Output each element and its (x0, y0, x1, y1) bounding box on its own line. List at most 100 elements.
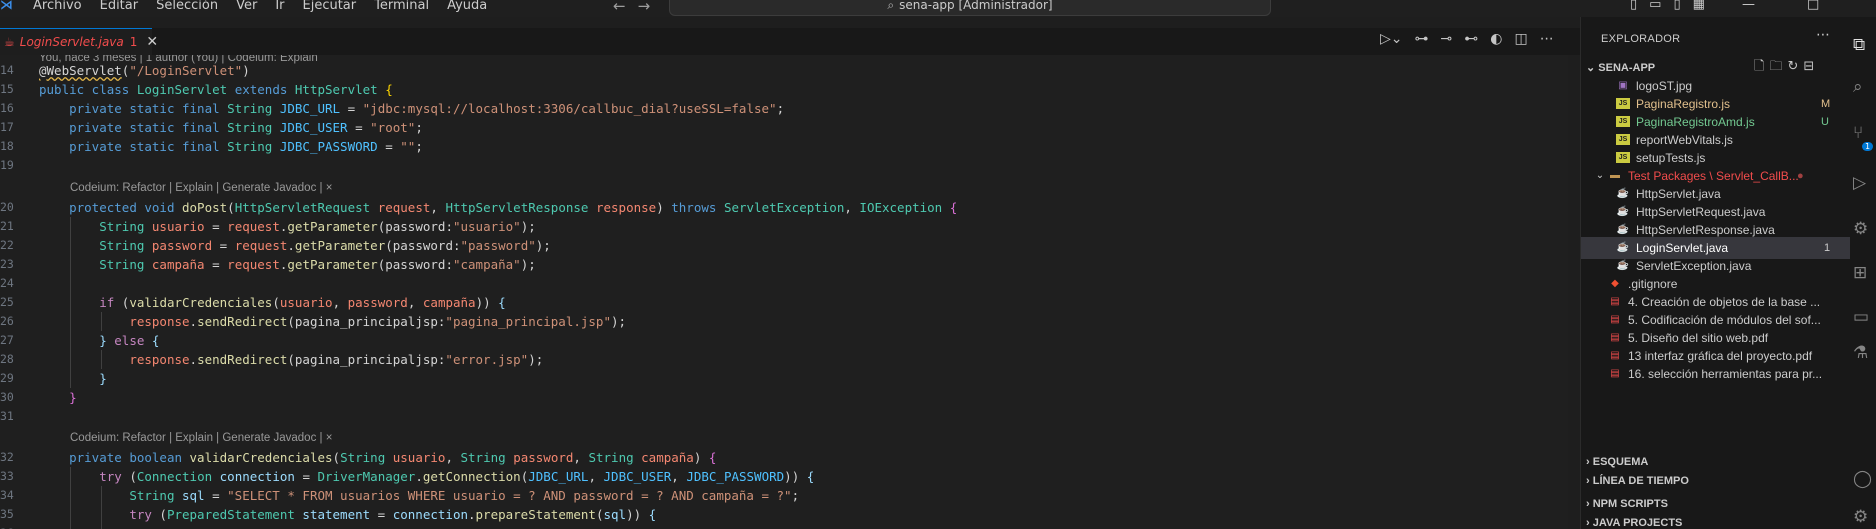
forward-arrow-icon[interactable]: → (638, 0, 663, 15)
section-npm-scripts[interactable]: › NPM SCRIPTS (1586, 498, 1668, 510)
menu-archivo[interactable]: Archivo (33, 0, 82, 13)
java-file-icon: ☕ (4, 35, 15, 49)
tab-bar: ☕ LoginServlet.java 1 ✕ (0, 28, 1580, 55)
section-java-projects[interactable]: › JAVA PROJECTS (1586, 517, 1682, 529)
codeium-lens-text[interactable]: Codeium: Refactor | Explain | Generate J… (70, 179, 332, 198)
menu-terminal[interactable]: Terminal (374, 0, 429, 13)
refresh-icon[interactable]: ↻ (1787, 59, 1803, 74)
line-number: 31 (0, 409, 14, 423)
code-line: 27 } else { (0, 333, 160, 348)
menu-ver[interactable]: Ver (236, 0, 257, 13)
line-number: 20 (0, 200, 14, 214)
manage-gear-icon[interactable]: ⚙ (1853, 507, 1868, 527)
explorer-panel: EXPLORADOR ⋯ ⌄ SENA-APP 🗋🗀↻⊟ ▣ logoST.jpg… (1580, 17, 1851, 529)
project-header[interactable]: ⌄ SENA-APP (1586, 61, 1655, 74)
section-label: LÍNEA DE TIEMPO (1592, 475, 1689, 487)
editor-actions: ▷⌄ ⊶ ⊸ ⊷ ◐ ◫ ⋯ (1380, 31, 1554, 47)
git-next-change-icon[interactable]: ⊷ (1464, 31, 1478, 47)
source-control-badge: 1 (1862, 142, 1874, 151)
code-line: 24 (0, 274, 1568, 293)
new-file-icon[interactable]: 🗋 (1754, 59, 1769, 74)
code-line: 21 String usuario = request.getParameter… (0, 219, 536, 234)
code-line: 35 try (PreparedStatement statement = co… (0, 507, 657, 522)
line-number: 15 (0, 82, 14, 96)
js-file-icon: JS (1616, 98, 1630, 109)
line-number: 34 (0, 488, 14, 502)
line-number: 16 (0, 101, 14, 115)
line-number: 18 (0, 139, 14, 153)
maximize-icon[interactable]: □ (1807, 0, 1819, 12)
toggle-blame-icon[interactable]: ◐ (1490, 31, 1502, 47)
vscode-logo-icon: ⋊ (0, 0, 13, 13)
chevron-right-icon: › (1586, 517, 1593, 529)
section-label: ESQUEMA (1592, 456, 1649, 468)
section-linea-de-tiempo[interactable]: › LÍNEA DE TIEMPO (1586, 475, 1689, 487)
code-editor[interactable]: You, hace 3 meses | 1 author (You) | Cod… (0, 55, 1568, 529)
code-line: 14 @WebServlet("/LoginServlet") (0, 63, 250, 78)
remote-explorer-icon[interactable]: ▭ (1853, 307, 1869, 327)
menu-seleccion[interactable]: Selección (156, 0, 218, 13)
code-line: 18 private static final String JDBC_PASS… (0, 139, 423, 154)
toggle-primary-sidebar-icon[interactable]: ▯ (1630, 0, 1637, 12)
line-number: 35 (0, 507, 14, 521)
js-file-icon: JS (1616, 152, 1630, 163)
indent-guide (70, 467, 71, 529)
menu-ayuda[interactable]: Ayuda (447, 0, 487, 13)
collapse-all-icon[interactable]: ⊟ (1803, 59, 1819, 74)
testing-icon[interactable]: ⚗ (1853, 343, 1868, 363)
explorer-title: EXPLORADOR (1601, 33, 1681, 45)
run-icon[interactable]: ▷⌄ (1380, 31, 1403, 47)
explorer-icon[interactable]: ⧉ (1853, 35, 1865, 55)
chevron-right-icon: › (1586, 498, 1593, 510)
minimize-icon[interactable]: — (1742, 0, 1755, 12)
menu-ejecutar[interactable]: Ejecutar (303, 0, 357, 13)
menu-editar[interactable]: Editar (100, 0, 139, 13)
run-debug-icon[interactable]: ▷ (1853, 173, 1866, 193)
new-folder-icon[interactable]: 🗀 (1769, 59, 1787, 74)
settings-sync-icon[interactable]: ⚙ (1853, 219, 1868, 239)
section-esquema[interactable]: › ESQUEMA (1586, 456, 1648, 468)
git-compare-icon[interactable]: ⊶ (1415, 31, 1429, 47)
command-center[interactable]: ⌕ sena-app [Administrador] (669, 0, 1271, 16)
line-number: 25 (0, 295, 14, 309)
more-actions-icon[interactable]: ⋯ (1540, 31, 1554, 47)
close-icon[interactable]: ✕ (146, 34, 158, 50)
more-icon[interactable]: ⋯ (1816, 27, 1830, 43)
toggle-panel-icon[interactable]: ▭ (1649, 0, 1661, 12)
code-line: 15 public class LoginServlet extends Http… (0, 82, 393, 97)
section-label: NPM SCRIPTS (1592, 498, 1668, 510)
toggle-secondary-sidebar-icon[interactable]: ▯ (1673, 0, 1680, 12)
back-arrow-icon[interactable]: ← (613, 0, 638, 15)
tab-loginservlet[interactable]: ☕ LoginServlet.java 1 ✕ (0, 28, 158, 55)
git-prev-change-icon[interactable]: ⊸ (1441, 31, 1453, 47)
menu-ir[interactable]: Ir (275, 0, 284, 13)
code-line: 16 private static final String JDBC_URL … (0, 101, 785, 116)
indent-guide (70, 217, 71, 388)
nav-arrows: ←→ (613, 0, 662, 15)
extensions-icon[interactable]: ⊞ (1853, 263, 1867, 283)
line-number: 14 (0, 63, 14, 77)
chevron-right-icon: › (1586, 475, 1593, 487)
command-center-label: sena-app [Administrador] (899, 0, 1053, 12)
code-line: 25 if (validarCredenciales(usuario, pass… (0, 295, 506, 310)
code-line: 22 String password = request.getParamete… (0, 238, 551, 253)
line-number: 33 (0, 469, 14, 483)
menu-bar: Archivo Editar Selección Ver Ir Ejecutar… (33, 0, 505, 13)
search-icon[interactable]: ⌕ (1853, 77, 1863, 97)
code-line: 31 (0, 407, 1568, 426)
codeium-lens-text[interactable]: Codeium: Refactor | Explain | Generate J… (70, 429, 332, 448)
line-number: 23 (0, 257, 14, 271)
line-number: 28 (0, 352, 14, 366)
source-control-icon[interactable]: ⑂ (1853, 123, 1863, 143)
code-line: 36 (0, 524, 1568, 529)
tree-item[interactable]: ▤ 16. selección herramientas para pr... (1581, 363, 1851, 385)
code-line: 28 response.sendRedirect(pagina_principa… (0, 352, 544, 367)
line-number: 21 (0, 219, 14, 233)
code-line: 33 try (Connection connection = DriverMa… (0, 469, 815, 484)
code-line: 20 protected void doPost(HttpServletRequ… (0, 200, 958, 215)
tab-filename: LoginServlet.java (19, 35, 124, 49)
split-editor-icon[interactable]: ◫ (1514, 31, 1527, 47)
window-controls: — □ (1742, 0, 1871, 12)
customize-layout-icon[interactable]: ▦ (1693, 0, 1705, 12)
account-icon[interactable]: ◯ (1853, 469, 1872, 489)
